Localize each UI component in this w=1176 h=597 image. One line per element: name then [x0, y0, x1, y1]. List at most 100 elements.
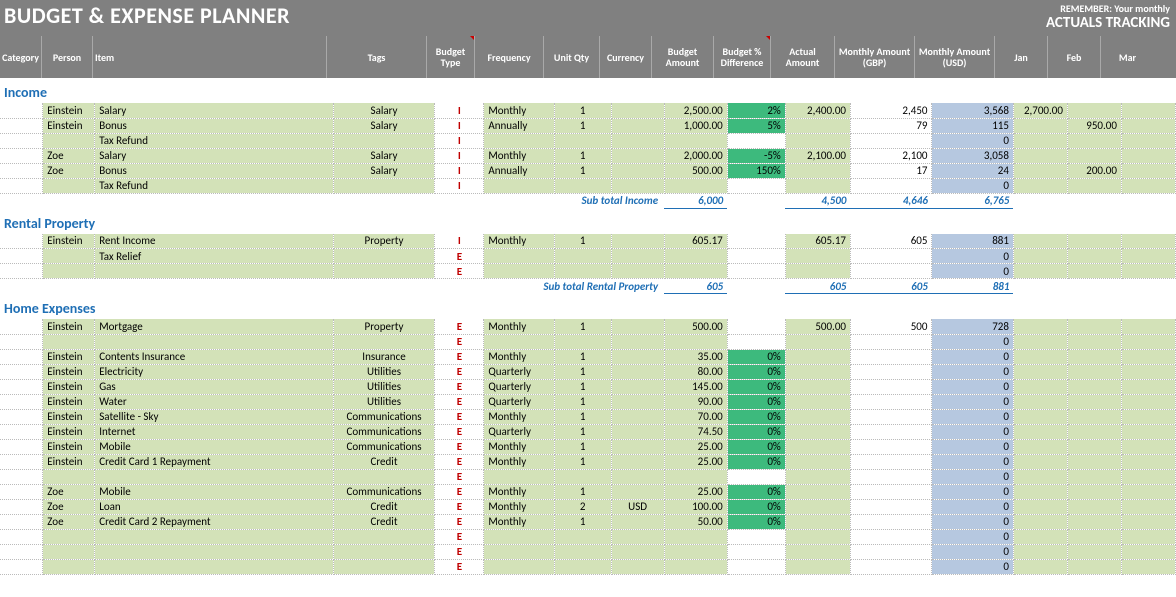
cell[interactable]	[727, 334, 785, 349]
cell[interactable]	[1013, 118, 1067, 133]
cell[interactable]: 0%	[727, 394, 785, 409]
cell[interactable]	[611, 349, 664, 364]
cell[interactable]	[850, 499, 931, 514]
cell[interactable]	[484, 249, 554, 264]
cell[interactable]	[333, 334, 435, 349]
cell[interactable]	[664, 178, 727, 193]
cell[interactable]	[43, 133, 95, 148]
cell[interactable]: 0	[932, 514, 1013, 529]
cell[interactable]	[1067, 148, 1121, 163]
cell[interactable]	[1013, 409, 1067, 424]
cell[interactable]: Salary	[333, 163, 435, 178]
cell[interactable]: I	[435, 234, 484, 249]
cell[interactable]	[611, 319, 664, 334]
cell[interactable]	[95, 529, 333, 544]
cell[interactable]: Utilities	[333, 379, 435, 394]
cell[interactable]: 605.17	[785, 234, 850, 249]
cell[interactable]	[0, 484, 43, 499]
cell[interactable]	[1013, 334, 1067, 349]
cell[interactable]: 0	[932, 454, 1013, 469]
cell[interactable]: 200.00	[1067, 163, 1121, 178]
cell[interactable]	[1121, 364, 1175, 379]
cell[interactable]: Einstein	[43, 409, 95, 424]
cell[interactable]	[333, 529, 435, 544]
cell[interactable]: 80.00	[664, 364, 727, 379]
cell[interactable]	[664, 249, 727, 264]
cell[interactable]: 70.00	[664, 409, 727, 424]
cell[interactable]	[727, 559, 785, 574]
cell[interactable]: Quarterly	[484, 379, 554, 394]
col-budget-amount[interactable]: Budget Amount	[652, 36, 714, 78]
cell[interactable]: 0%	[727, 364, 785, 379]
cell[interactable]	[0, 334, 43, 349]
cell[interactable]: 0	[932, 409, 1013, 424]
col-tags[interactable]: Tags	[327, 36, 427, 78]
cell[interactable]: E	[435, 454, 484, 469]
cell[interactable]	[1067, 264, 1121, 279]
cell[interactable]: Salary	[95, 148, 333, 163]
cell[interactable]	[785, 118, 850, 133]
cell[interactable]: 0%	[727, 514, 785, 529]
cell[interactable]	[727, 544, 785, 559]
cell[interactable]	[1067, 234, 1121, 249]
cell[interactable]	[1121, 529, 1175, 544]
cell[interactable]: 25.00	[664, 439, 727, 454]
cell[interactable]: Monthly	[484, 439, 554, 454]
cell[interactable]: I	[435, 103, 484, 118]
cell[interactable]: 25.00	[664, 484, 727, 499]
cell[interactable]	[785, 559, 850, 574]
cell[interactable]: 1	[554, 514, 611, 529]
cell[interactable]: Monthly	[484, 514, 554, 529]
cell[interactable]: Monthly	[484, 234, 554, 249]
cell[interactable]: 950.00	[1067, 118, 1121, 133]
cell[interactable]: 2	[554, 499, 611, 514]
cell[interactable]	[1013, 529, 1067, 544]
cell[interactable]	[1121, 484, 1175, 499]
cell[interactable]	[0, 148, 43, 163]
cell[interactable]: 1	[554, 319, 611, 334]
cell[interactable]: 500	[850, 319, 931, 334]
cell[interactable]	[785, 349, 850, 364]
cell[interactable]	[1013, 249, 1067, 264]
cell[interactable]	[554, 559, 611, 574]
cell[interactable]: Credit Card 2 Repayment	[95, 514, 333, 529]
cell[interactable]	[1121, 514, 1175, 529]
col-person[interactable]: Person	[42, 36, 93, 78]
cell[interactable]	[1013, 163, 1067, 178]
cell[interactable]: Monthly	[484, 499, 554, 514]
cell[interactable]	[664, 529, 727, 544]
cell[interactable]: Einstein	[43, 118, 95, 133]
cell[interactable]	[850, 264, 931, 279]
cell[interactable]: 0	[932, 559, 1013, 574]
cell[interactable]	[0, 178, 43, 193]
cell[interactable]: Zoe	[43, 514, 95, 529]
cell[interactable]	[1067, 334, 1121, 349]
cell[interactable]: I	[435, 148, 484, 163]
cell[interactable]: I	[435, 163, 484, 178]
cell[interactable]: 2,100	[850, 148, 931, 163]
cell[interactable]	[43, 249, 95, 264]
cell[interactable]	[1067, 409, 1121, 424]
cell[interactable]: 500.00	[785, 319, 850, 334]
cell[interactable]: 150%	[727, 163, 785, 178]
cell[interactable]	[850, 529, 931, 544]
cell[interactable]: I	[435, 178, 484, 193]
cell[interactable]	[1121, 264, 1175, 279]
cell[interactable]	[484, 334, 554, 349]
cell[interactable]	[1121, 234, 1175, 249]
col-frequency[interactable]: Frequency	[475, 36, 544, 78]
cell[interactable]	[554, 133, 611, 148]
cell[interactable]: Tax Refund	[95, 178, 333, 193]
cell[interactable]	[785, 439, 850, 454]
cell[interactable]: E	[435, 334, 484, 349]
cell[interactable]	[785, 133, 850, 148]
cell[interactable]: Bonus	[95, 118, 333, 133]
cell[interactable]: Tax Refund	[95, 133, 333, 148]
cell[interactable]	[611, 118, 664, 133]
cell[interactable]	[1121, 454, 1175, 469]
cell[interactable]: 0	[932, 529, 1013, 544]
cell[interactable]	[785, 469, 850, 484]
cell[interactable]: 74.50	[664, 424, 727, 439]
cell[interactable]: 1	[554, 484, 611, 499]
cell[interactable]: Mobile	[95, 484, 333, 499]
